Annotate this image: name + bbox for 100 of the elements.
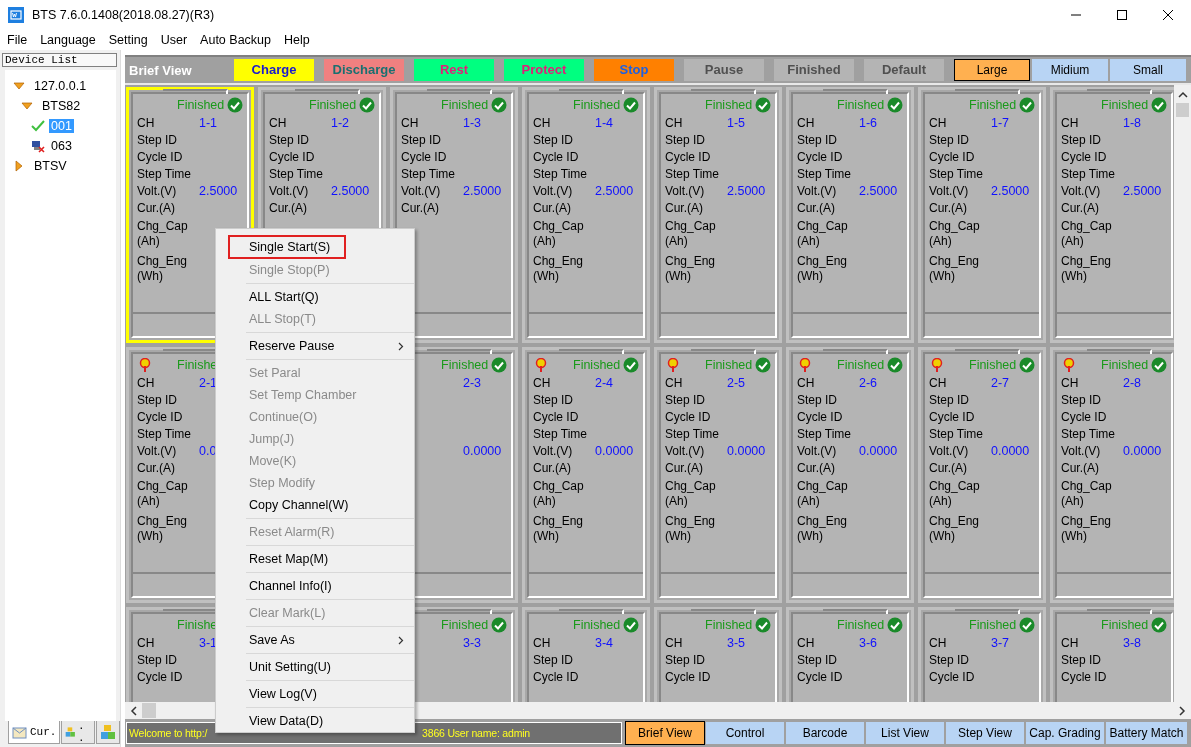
view-tab[interactable]: List View xyxy=(865,721,945,745)
channel-card[interactable]: Finished CH Step ID Cycle ID Step Time Volt.(V) Cur.(A) Chg_Cap (Ah) Chg_Eng (Wh) 1-8 2.5000 xyxy=(1050,87,1174,343)
field-label: CH xyxy=(929,636,947,651)
status-message: Welcome to http:/ xyxy=(129,727,208,739)
channel-number: 2-1 xyxy=(199,376,218,391)
tree-item[interactable]: 063 xyxy=(49,139,74,153)
close-icon[interactable] xyxy=(1162,9,1174,21)
field-label: Cycle ID xyxy=(665,150,711,165)
field-label: Cycle ID xyxy=(1061,670,1107,685)
channel-number: 3-4 xyxy=(595,636,614,651)
field-label: Step ID xyxy=(533,133,574,148)
status-text: Finished xyxy=(441,618,489,632)
field-label: Cur.(A) xyxy=(269,201,307,216)
channel-card[interactable]: Finished CH Step ID Cycle ID Step Time Volt.(V) Cur.(A) Chg_Cap (Ah) Chg_Eng (Wh) 2-4 0.0000 xyxy=(522,347,650,603)
channel-card[interactable]: Finished CH Step ID Cycle ID Step Time Volt.(V) Cur.(A) Chg_Cap (Ah) Chg_Eng (Wh) 2-7 0.0000 xyxy=(918,347,1046,603)
field-label: Step ID xyxy=(665,653,706,668)
menu-item[interactable]: User xyxy=(153,33,194,47)
field-label: Chg_Cap (Ah) xyxy=(137,219,188,249)
field-label: Volt.(V) xyxy=(137,184,177,199)
channel-number: 2-8 xyxy=(1123,376,1142,391)
field-label: Cur.(A) xyxy=(797,201,835,216)
field-label: CH xyxy=(929,376,947,391)
channel-card[interactable]: Finished CH Step ID Cycle ID 3-6 xyxy=(786,607,914,702)
view-tab[interactable]: Battery Match xyxy=(1105,721,1188,745)
field-label: Step Time xyxy=(665,167,720,182)
tree-item[interactable]: BTS82 xyxy=(40,99,83,113)
field-label: Cur.(A) xyxy=(797,461,835,476)
channel-card[interactable]: Finished CH Step ID Cycle ID 3-7 xyxy=(918,607,1046,702)
channel-card[interactable]: Finished CH Step ID Cycle ID 3-4 xyxy=(522,607,650,702)
field-label: CH xyxy=(797,116,815,131)
size-button[interactable]: Large xyxy=(954,59,1030,81)
channel-card[interactable]: Finished CH Step ID Cycle ID Step Time Volt.(V) Cur.(A) 1-3 2.5000 xyxy=(390,87,518,343)
channel-card[interactable]: Finished CH Step ID Cycle ID Step Time Volt.(V) Cur.(A) Chg_Cap (Ah) Chg_Eng (Wh) 1-7 2.5000 xyxy=(918,87,1046,343)
scrollbar-thumb[interactable] xyxy=(142,703,156,718)
voltage-value: 2.5000 xyxy=(1123,184,1162,199)
field-label: Chg_Eng (Wh) xyxy=(137,514,188,544)
status-text: Finished xyxy=(573,98,621,112)
maximize-icon[interactable] xyxy=(1116,9,1128,21)
view-tab[interactable]: Step View xyxy=(945,721,1025,745)
view-tab[interactable]: Control xyxy=(705,721,785,745)
legend-chip: Default xyxy=(864,59,944,81)
scrollbar-thumb[interactable] xyxy=(1176,103,1189,117)
field-label: Cycle ID xyxy=(401,150,447,165)
channel-card[interactable]: Finished CH Step ID Cycle ID 3-5 xyxy=(654,607,782,702)
voltage-value: 2.5000 xyxy=(859,184,898,199)
channel-card[interactable]: Finished CH Step ID Cycle ID Step Time Volt.(V) Cur.(A) Chg_Cap (Ah) Chg_Eng (Wh) 2-8 0.0000 xyxy=(1050,347,1174,603)
field-label: Step Time xyxy=(137,427,192,442)
channel-card[interactable]: Finished CH Step ID Cycle ID Step Time Volt.(V) Cur.(A) Chg_Cap (Ah) Chg_Eng (Wh) 1-4 2.5000 xyxy=(522,87,650,343)
channel-card[interactable]: Finished CH Step ID Cycle ID Step Time Volt.(V) Cur.(A) Chg_Cap (Ah) Chg_Eng (Wh) 1-6 2.5000 xyxy=(786,87,914,343)
channel-card[interactable]: Finished CH Step ID Cycle ID Step Time Volt.(V) Cur.(A) Chg_Cap (Ah) Chg_Eng (Wh) 2-5 0.0000 xyxy=(654,347,782,603)
menu-item[interactable]: Setting xyxy=(101,33,154,47)
size-button[interactable]: Small xyxy=(1110,59,1186,81)
tree-item[interactable]: BTSV xyxy=(32,159,69,173)
menu-item[interactable]: View Log(V) xyxy=(216,683,414,705)
view-tab[interactable]: Brief View xyxy=(625,721,705,745)
panel-tab[interactable]: Cur. xyxy=(8,721,61,744)
field-label: Chg_Cap (Ah) xyxy=(929,479,980,509)
menu-item[interactable]: Language xyxy=(33,33,102,47)
channel-number: 3-5 xyxy=(727,636,746,651)
expanded-arrow-icon[interactable] xyxy=(13,80,25,92)
legend-chip: Finished xyxy=(774,59,854,81)
field-label: CH xyxy=(665,376,683,391)
expanded-arrow-icon[interactable] xyxy=(21,100,33,112)
field-label: Cycle ID xyxy=(533,670,579,685)
menu-item[interactable]: Auto Backup xyxy=(193,33,277,47)
panel-tab[interactable]: . . xyxy=(61,721,95,744)
view-tab[interactable]: Cap. Grading xyxy=(1025,721,1105,745)
tree-item[interactable]: 127.0.0.1 xyxy=(32,79,89,93)
channel-card[interactable]: Finished CH Step ID Cycle ID 3-8 xyxy=(1050,607,1174,702)
field-label: CH xyxy=(1061,376,1079,391)
panel-tab[interactable] xyxy=(96,721,120,744)
scroll-left-icon[interactable] xyxy=(130,705,138,716)
field-label: Step ID xyxy=(797,133,838,148)
view-tab[interactable]: Barcode xyxy=(785,721,865,745)
channel-card[interactable]: Finished CH Step ID Cycle ID Step Time Volt.(V) Cur.(A) Chg_Cap (Ah) Chg_Eng (Wh) 2-6 0.0000 xyxy=(786,347,914,603)
status-text: Finished xyxy=(441,358,489,372)
menu-item[interactable]: File xyxy=(0,33,34,47)
voltage-value: 2.5000 xyxy=(595,184,634,199)
collapsed-arrow-icon[interactable] xyxy=(13,160,25,172)
menu-item[interactable]: Unit Setting(U) xyxy=(216,656,414,678)
channel-number: 1-4 xyxy=(595,116,614,131)
menu-item[interactable]: View Data(D) xyxy=(216,710,414,732)
voltage-value: 0.0000 xyxy=(595,444,634,459)
channel-number: 2-3 xyxy=(463,376,482,391)
size-button[interactable]: Midium xyxy=(1032,59,1108,81)
voltage-value: 2.5000 xyxy=(991,184,1030,199)
scroll-right-icon[interactable] xyxy=(1178,705,1186,716)
legend-chip: Charge xyxy=(234,59,314,81)
channel-card[interactable]: Finished CH Step ID Cycle ID Step Time Volt.(V) Cur.(A) Chg_Cap (Ah) Chg_Eng (Wh) 1-5 2.5000 xyxy=(654,87,782,343)
menu-item[interactable]: Help xyxy=(277,33,316,47)
channel-number: 2-7 xyxy=(991,376,1010,391)
status-text: Finished xyxy=(441,98,489,112)
field-label: Volt.(V) xyxy=(797,444,837,459)
field-label: Chg_Eng (Wh) xyxy=(797,514,848,544)
channel-number: 1-6 xyxy=(859,116,878,131)
scroll-up-icon[interactable] xyxy=(1177,91,1188,99)
field-label: Volt.(V) xyxy=(137,444,177,459)
menu-item[interactable]: Save As xyxy=(216,629,414,651)
field-label: Cycle ID xyxy=(797,670,843,685)
channel-number: 1-7 xyxy=(991,116,1010,131)
